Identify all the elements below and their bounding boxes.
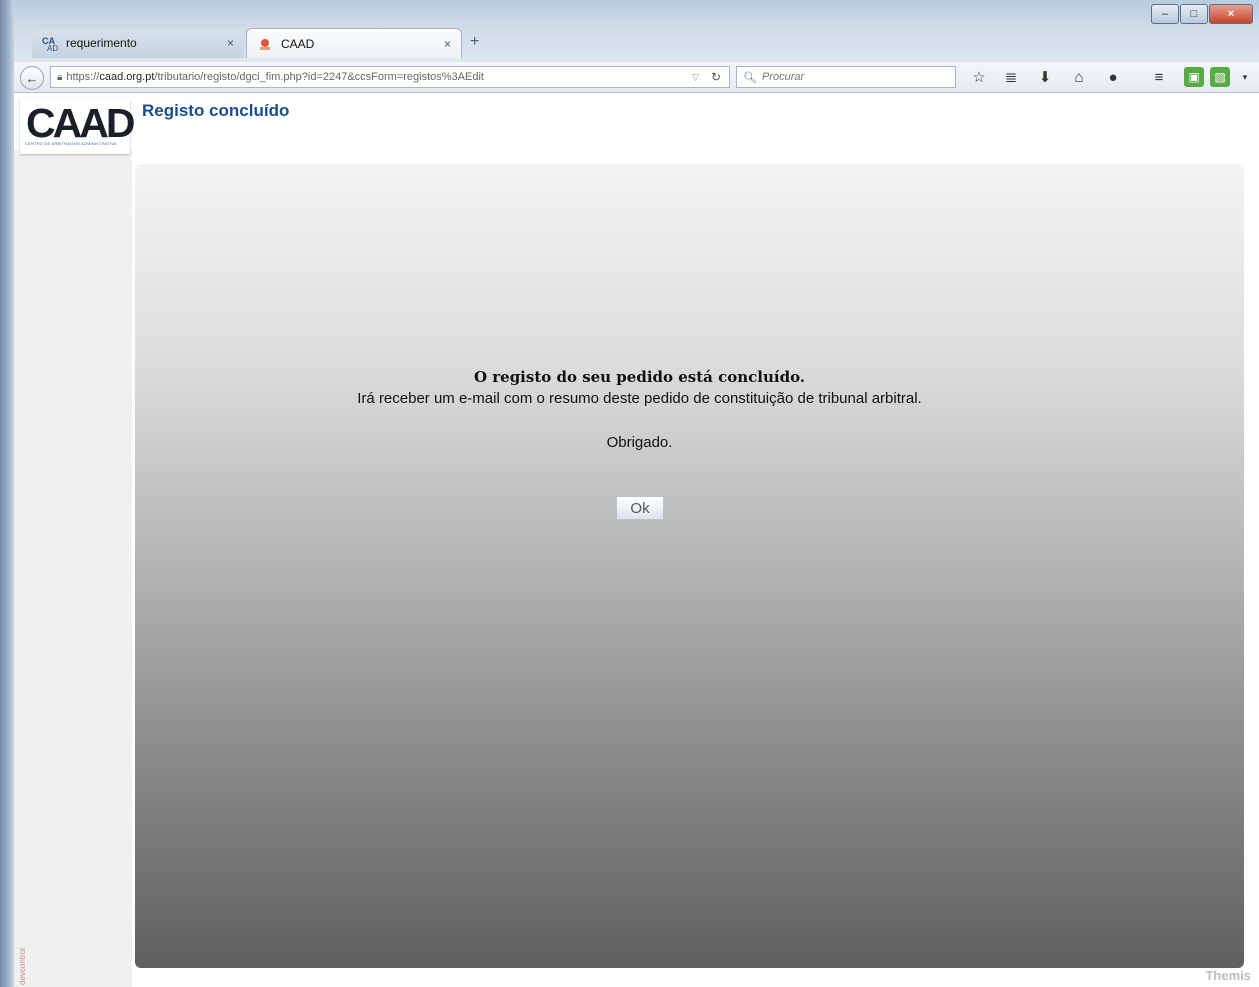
close-window-button[interactable]: × [1209, 4, 1253, 24]
confirmation-body: Irá receber um e-mail com o resumo deste… [357, 390, 922, 407]
downloads-icon[interactable]: ⬇ [1034, 66, 1056, 88]
confirmation-headline: O registo do seu pedido está concluído. [473, 368, 806, 386]
search-placeholder: Procurar [761, 71, 805, 83]
url-host: caad.org.pt [99, 71, 155, 83]
menu-icon[interactable]: ≡ [1148, 66, 1170, 88]
message-panel [135, 164, 1244, 968]
reload-icon[interactable]: ↻ [711, 70, 721, 84]
url-scheme: https:// [66, 71, 100, 83]
thanks-text: Obrigado. [606, 434, 673, 451]
new-tab-button[interactable]: + [470, 33, 479, 51]
chat-icon[interactable]: ● [1102, 66, 1124, 88]
left-sidebar [14, 150, 132, 987]
lock-icon: 🔒︎ [57, 71, 63, 83]
chevron-down-icon[interactable]: ▾ [1234, 66, 1256, 88]
tab-label: requerimento [66, 36, 137, 50]
maximize-button[interactable]: □ [1180, 4, 1208, 24]
minimize-button[interactable]: – [1151, 4, 1179, 24]
window-left-edge [0, 0, 14, 987]
tab-caad[interactable]: CAAD × [246, 28, 462, 58]
page-favicon-icon: CA AD [42, 35, 58, 51]
caad-logo[interactable]: CAAD CENTRO DE ARBITRAGEM ADMINISTRATIVA [20, 98, 135, 154]
page-title: Registo concluído [142, 101, 290, 120]
bookmark-star-icon[interactable]: ☆ [968, 66, 990, 88]
tab-close-icon[interactable]: × [227, 36, 234, 50]
bookmarks-list-icon[interactable]: ≣ [1000, 66, 1022, 88]
search-input[interactable]: 🔍︎ Procurar [736, 66, 956, 88]
svg-text:AD: AD [47, 44, 58, 51]
logo-text: CAAD [26, 100, 135, 146]
window-controls: – □ × [1150, 4, 1253, 24]
ok-button[interactable]: Ok [616, 496, 664, 520]
home-icon[interactable]: ⌂ [1068, 66, 1090, 88]
addon-icon[interactable]: ▣ [1184, 67, 1204, 87]
logo-subtitle: CENTRO DE ARBITRAGEM ADMINISTRATIVA [25, 141, 117, 146]
back-button[interactable]: ← [20, 66, 44, 90]
url-path: /tributario/registo/dgci_fim.php?id=2247… [154, 71, 484, 83]
themis-brand: Themis [1205, 968, 1251, 983]
search-icon: 🔍︎ [743, 71, 757, 84]
arrow-left-icon: ← [25, 70, 39, 86]
address-bar[interactable]: 🔒︎ https://caad.org.pt/tributario/regist… [50, 66, 730, 88]
tab-close-icon[interactable]: × [444, 37, 451, 51]
side-vertical-text: devcontrol [18, 948, 27, 985]
history-dropdown-icon[interactable]: ▽ [692, 72, 699, 83]
loading-favicon-icon [257, 36, 273, 52]
addon-image-icon[interactable]: ▧ [1210, 67, 1230, 87]
tab-label: CAAD [281, 36, 315, 51]
tab-requerimento[interactable]: CA AD requerimento × [32, 28, 244, 58]
